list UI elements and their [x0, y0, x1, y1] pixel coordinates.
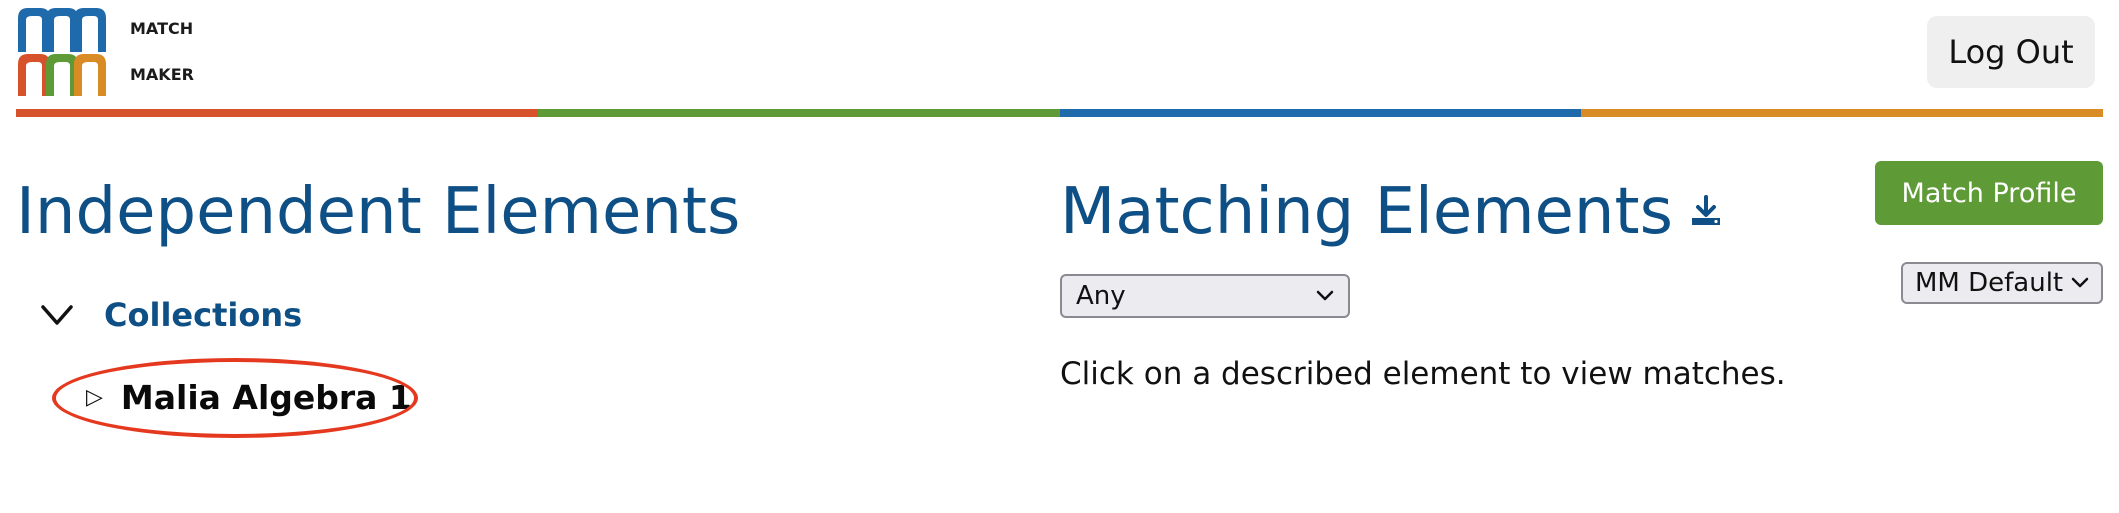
expand-triangle-icon: ▷: [86, 385, 103, 410]
match-profile-button[interactable]: Match Profile: [1875, 161, 2103, 225]
matchmaker-logo[interactable]: MATCH MAKER: [18, 4, 338, 104]
matching-elements-title: Matching Elements: [1060, 180, 1723, 244]
logo-line-1: MATCH: [130, 19, 194, 38]
match-profile-value: MM Default: [1915, 268, 2064, 298]
chevron-down-icon: [2071, 277, 2089, 288]
logo-wordmark: MATCH MAKER: [130, 6, 194, 98]
match-profile-select[interactable]: MM Default: [1901, 262, 2103, 304]
color-bar-segment-orange: [1581, 109, 2103, 117]
matching-elements-title-text: Matching Elements: [1060, 175, 1673, 249]
page: MATCH MAKER Log Out Independent Elements…: [0, 0, 2119, 513]
collection-item-label: Malia Algebra 1: [120, 378, 412, 417]
collections-label: Collections: [104, 296, 303, 334]
chevron-down-icon: [1316, 290, 1334, 301]
match-filter-select[interactable]: Any: [1060, 274, 1350, 318]
logo-line-2: MAKER: [130, 65, 194, 84]
color-bar-segment-green: [537, 109, 1060, 117]
chevron-down-icon: [41, 305, 73, 325]
match-filter-value: Any: [1076, 281, 1126, 311]
logo-mark-icon: [18, 8, 106, 96]
color-bar-segment-orange-red: [16, 109, 538, 117]
logout-button[interactable]: Log Out: [1927, 16, 2095, 88]
matches-hint-text: Click on a described element to view mat…: [1060, 356, 1786, 392]
color-bar-segment-blue: [1059, 109, 1582, 117]
independent-elements-title: Independent Elements: [16, 175, 741, 249]
collections-toggle[interactable]: Collections: [40, 296, 302, 334]
collection-item-malia-algebra-1[interactable]: ▷ Malia Algebra 1: [86, 378, 412, 417]
header-color-bar: [16, 109, 2103, 117]
download-icon[interactable]: [1689, 194, 1723, 228]
